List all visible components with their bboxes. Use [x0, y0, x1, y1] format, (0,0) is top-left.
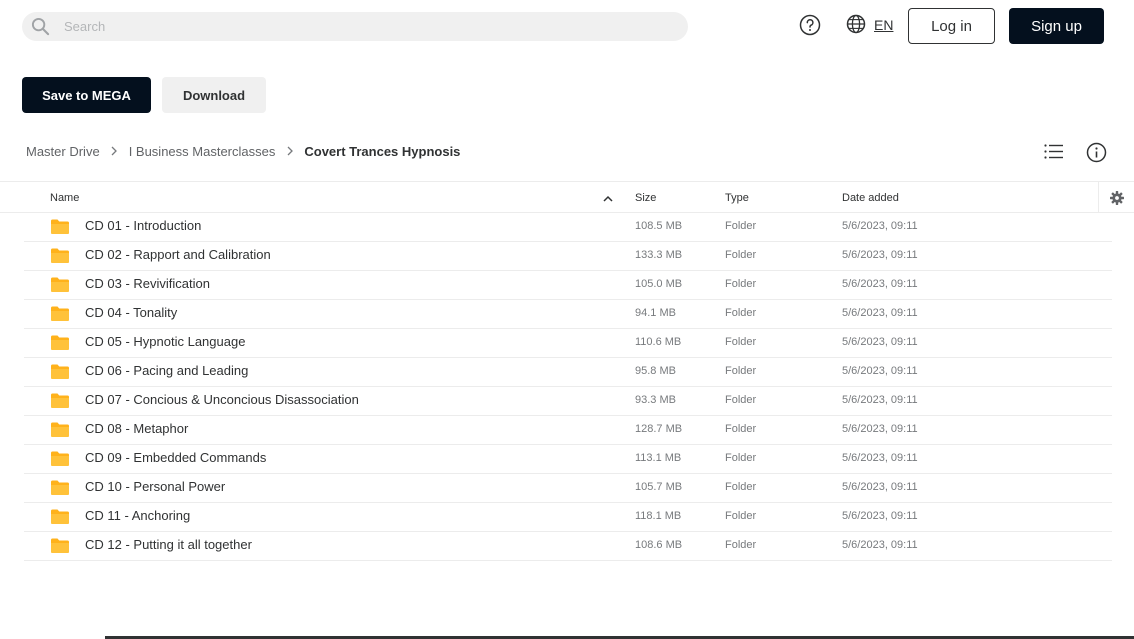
file-date-added: 5/6/2023, 09:11	[842, 307, 918, 319]
help-circle-icon[interactable]	[799, 14, 821, 36]
file-name: CD 09 - Embedded Commands	[85, 450, 267, 465]
file-name: CD 04 - Tonality	[85, 305, 178, 320]
file-type: Folder	[725, 278, 757, 290]
signup-button[interactable]: Sign up	[1009, 8, 1104, 44]
file-name: CD 08 - Metaphor	[85, 421, 189, 436]
file-size: 108.6 MB	[635, 539, 683, 551]
breadcrumb-item-current: Covert Trances Hypnosis	[304, 143, 461, 159]
chevron-up-icon[interactable]	[603, 195, 613, 202]
table-row[interactable]: CD 03 - Revivification 105.0 MB Folder 5/6/…	[24, 271, 1112, 300]
file-type: Folder	[725, 452, 757, 464]
file-name: CD 05 - Hypnotic Language	[85, 334, 246, 349]
search-bar[interactable]	[22, 12, 688, 41]
file-date-added: 5/6/2023, 09:11	[842, 423, 918, 435]
chevron-right-icon	[275, 146, 304, 156]
folder-icon	[51, 480, 69, 495]
file-size: 108.5 MB	[635, 220, 683, 232]
folder-icon	[51, 451, 69, 466]
folder-icon	[51, 509, 69, 524]
file-size: 105.0 MB	[635, 278, 683, 290]
file-date-added: 5/6/2023, 09:11	[842, 365, 918, 377]
download-button[interactable]: Download	[162, 77, 266, 113]
breadcrumb-item-master-drive[interactable]: Master Drive	[26, 144, 100, 159]
file-type: Folder	[725, 423, 757, 435]
file-type: Folder	[725, 307, 757, 319]
file-size: 113.1 MB	[635, 452, 682, 464]
folder-icon	[51, 538, 69, 553]
file-name: CD 06 - Pacing and Leading	[85, 363, 249, 378]
file-type: Folder	[725, 510, 757, 522]
file-date-added: 5/6/2023, 09:11	[842, 278, 918, 290]
file-size: 105.7 MB	[635, 481, 683, 493]
list-view-icon[interactable]	[1044, 143, 1063, 160]
breadcrumb: Master Drive I Business Masterclasses Co…	[26, 143, 460, 159]
table-row[interactable]: CD 07 - Concious & Unconcious Disassocia…	[24, 387, 1112, 416]
login-button[interactable]: Log in	[908, 8, 995, 44]
folder-icon	[51, 335, 69, 350]
table-row[interactable]: CD 06 - Pacing and Leading 95.8 MB Folder 5…	[24, 358, 1112, 387]
file-size: 94.1 MB	[635, 307, 676, 319]
file-type: Folder	[725, 220, 757, 232]
search-icon	[31, 17, 50, 36]
table-row[interactable]: CD 05 - Hypnotic Language 110.6 MB Folder 5…	[24, 329, 1112, 358]
file-type: Folder	[725, 481, 757, 493]
file-type: Folder	[725, 539, 757, 551]
file-date-added: 5/6/2023, 09:11	[842, 220, 918, 232]
breadcrumb-item-business-masterclasses[interactable]: I Business Masterclasses	[129, 144, 276, 159]
file-size: 118.1 MB	[635, 510, 682, 522]
file-name: CD 11 - Anchoring	[85, 508, 191, 523]
folder-icon	[51, 393, 69, 408]
folder-icon	[51, 219, 69, 234]
file-size: 93.3 MB	[635, 394, 676, 406]
file-date-added: 5/6/2023, 09:11	[842, 539, 918, 551]
file-date-added: 5/6/2023, 09:11	[842, 336, 918, 348]
file-name: CD 02 - Rapport and Calibration	[85, 247, 271, 262]
table-row[interactable]: CD 12 - Putting it all together 108.6 MB F…	[24, 532, 1112, 561]
table-row[interactable]: CD 04 - Tonality 94.1 MB Folder 5/6/2023, 0…	[24, 300, 1112, 329]
file-size: 128.7 MB	[635, 423, 683, 435]
table-row[interactable]: CD 11 - Anchoring 118.1 MB Folder 5/6/2023,…	[24, 503, 1112, 532]
folder-icon	[51, 277, 69, 292]
file-date-added: 5/6/2023, 09:11	[842, 452, 918, 464]
chevron-right-icon	[100, 146, 129, 156]
table-row[interactable]: CD 09 - Embedded Commands 113.1 MB Folder 5…	[24, 445, 1112, 474]
file-size: 133.3 MB	[635, 249, 683, 261]
file-date-added: 5/6/2023, 09:11	[842, 481, 918, 493]
info-icon[interactable]	[1086, 142, 1107, 163]
file-type: Folder	[725, 365, 757, 377]
file-name: CD 10 - Personal Power	[85, 479, 226, 494]
table-row[interactable]: CD 10 - Personal Power 105.7 MB Folder 5/6/…	[24, 474, 1112, 503]
column-header-size[interactable]: Size	[635, 192, 656, 204]
search-input[interactable]	[64, 12, 664, 41]
folder-icon	[51, 306, 69, 321]
language-selector[interactable]: EN	[874, 17, 893, 33]
save-to-mega-button[interactable]: Save to MEGA	[22, 77, 151, 113]
file-name: CD 03 - Revivification	[85, 276, 210, 291]
column-settings	[1098, 182, 1134, 213]
table-row[interactable]: CD 08 - Metaphor 128.7 MB Folder 5/6/2023, …	[24, 416, 1112, 445]
file-date-added: 5/6/2023, 09:11	[842, 394, 918, 406]
column-header-date[interactable]: Date added	[842, 192, 899, 204]
column-header-name[interactable]: Name	[50, 192, 79, 204]
folder-icon	[51, 364, 69, 379]
file-type: Folder	[725, 249, 757, 261]
file-size: 95.8 MB	[635, 365, 676, 377]
file-list: CD 01 - Introduction 108.5 MB Folder 5/6/20…	[24, 213, 1112, 561]
folder-icon	[51, 248, 69, 263]
table-row[interactable]: CD 02 - Rapport and Calibration 133.3 MB F…	[24, 242, 1112, 271]
file-name: CD 01 - Introduction	[85, 218, 202, 233]
table-header: Name Size Type Date added	[0, 181, 1134, 213]
file-size: 110.6 MB	[635, 336, 682, 348]
file-date-added: 5/6/2023, 09:11	[842, 249, 918, 261]
file-name: CD 07 - Concious & Unconcious Disassocia…	[85, 392, 359, 407]
file-date-added: 5/6/2023, 09:11	[842, 510, 918, 522]
file-type: Folder	[725, 394, 757, 406]
table-row[interactable]: CD 01 - Introduction 108.5 MB Folder 5/6/20…	[24, 213, 1112, 242]
folder-icon	[51, 422, 69, 437]
column-header-type[interactable]: Type	[725, 192, 749, 204]
file-name: CD 12 - Putting it all together	[85, 537, 252, 552]
globe-icon	[846, 14, 866, 34]
file-type: Folder	[725, 336, 757, 348]
gear-icon[interactable]	[1110, 191, 1124, 205]
